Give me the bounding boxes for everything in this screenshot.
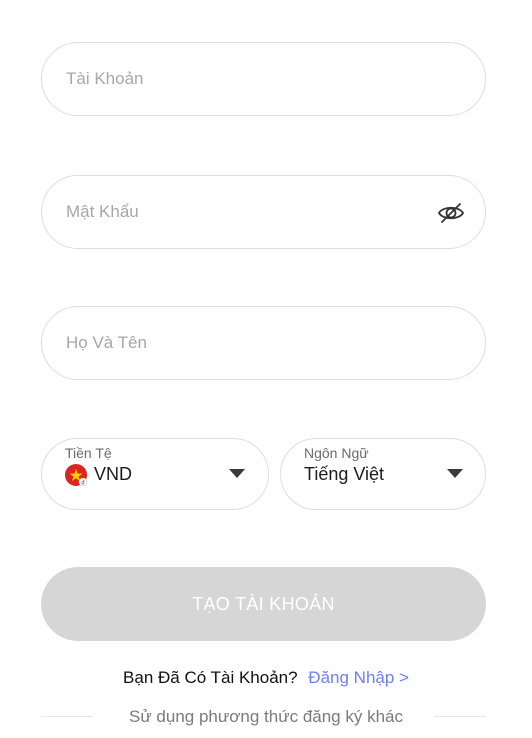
fullname-input[interactable]: [66, 307, 406, 379]
chevron-down-icon[interactable]: [447, 469, 463, 478]
username-field[interactable]: [41, 42, 486, 116]
create-account-button[interactable]: TẠO TÀI KHOẢN: [41, 567, 486, 641]
password-input[interactable]: [66, 176, 406, 248]
have-account-text: Bạn Đã Có Tài Khoản?: [123, 668, 298, 687]
currency-value: VND: [94, 464, 133, 484]
register-page: Tiền Tệ ₫ VND Ngôn Ngữ Tiếng Việt TẠO TÀ…: [0, 0, 532, 738]
language-value: Tiếng Việt: [304, 464, 385, 484]
language-select[interactable]: Ngôn Ngữ Tiếng Việt: [280, 438, 486, 510]
eye-slash-icon[interactable]: [437, 199, 465, 227]
language-label: Ngôn Ngữ: [304, 445, 369, 461]
login-link[interactable]: Đăng Nhập >: [308, 668, 409, 687]
other-signup-methods-text: Sử dụng phương thức đăng ký khác: [128, 707, 403, 726]
currency-label: Tiền Tệ: [65, 445, 112, 461]
username-input[interactable]: [66, 43, 406, 115]
password-field[interactable]: [41, 175, 486, 249]
currency-select[interactable]: Tiền Tệ ₫ VND: [41, 438, 269, 510]
vietnam-flag-icon: ₫: [65, 464, 87, 486]
login-prompt: Bạn Đã Có Tài Khoản? Đăng Nhập >: [0, 668, 532, 688]
chevron-down-icon[interactable]: [229, 469, 245, 478]
fullname-field[interactable]: [41, 306, 486, 380]
